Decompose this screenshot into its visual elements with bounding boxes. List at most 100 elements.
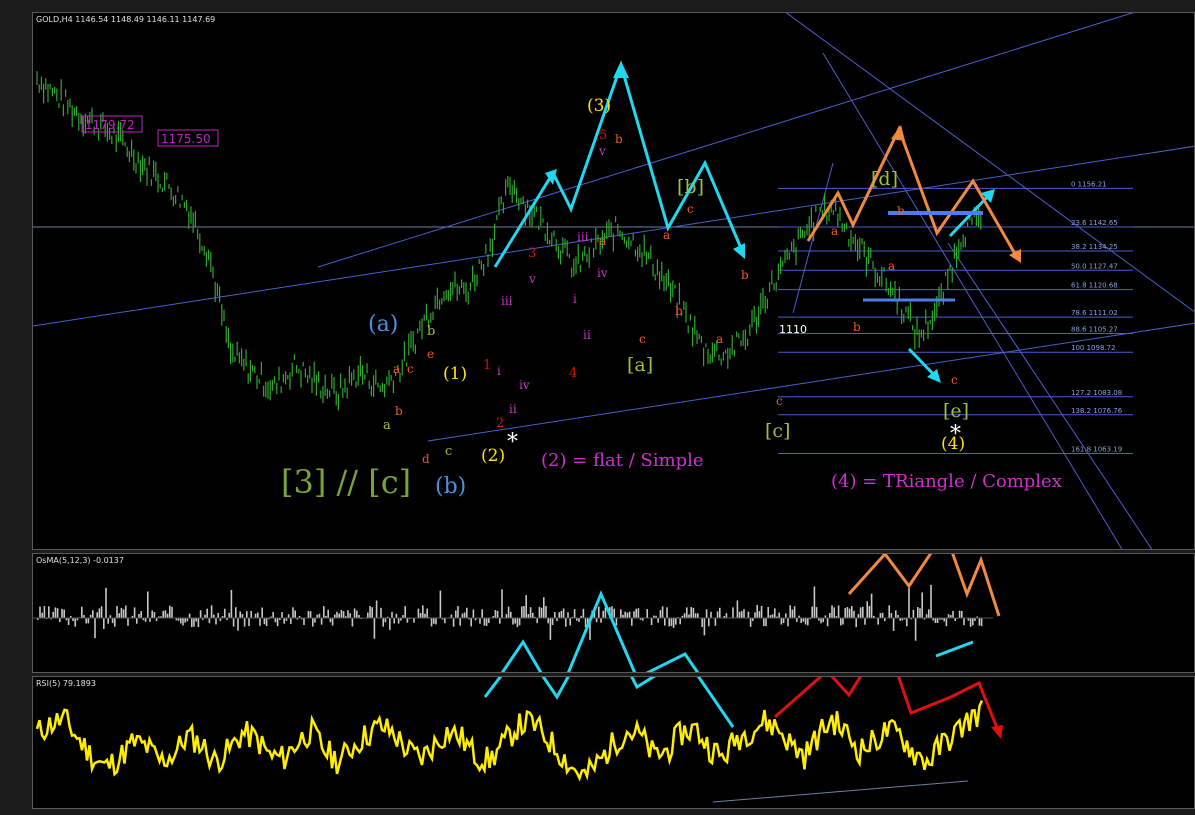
osma-bar — [276, 618, 279, 627]
wave-label: a — [888, 259, 895, 273]
osma-bar — [351, 618, 354, 627]
osma-bar — [820, 618, 822, 624]
osma-bar — [628, 611, 631, 618]
osma-bar — [59, 618, 61, 623]
fib-level-label: 78.6 1111.02 — [1071, 309, 1118, 317]
osma-bar — [151, 610, 153, 618]
osma-bar — [505, 614, 508, 618]
osma-bar — [919, 608, 921, 618]
osma-bar — [246, 611, 248, 618]
wave-label: ii — [509, 402, 517, 416]
osma-bar — [340, 609, 343, 618]
fib-level-label: 127.2 1083.08 — [1071, 389, 1122, 397]
osma-bar — [98, 608, 101, 618]
osma-bar — [760, 605, 763, 618]
osma-bar — [813, 586, 816, 618]
orange-arrowheads — [891, 125, 1021, 263]
osma-bar — [870, 593, 873, 618]
osma-bar — [140, 611, 142, 618]
osma-bar — [118, 613, 120, 618]
osma-bar — [356, 610, 358, 618]
osma-bar — [804, 618, 807, 625]
wave-label: c — [776, 394, 783, 408]
osma-bar — [94, 618, 96, 639]
osma-bar — [472, 609, 475, 618]
osma-bar — [796, 618, 798, 622]
osma-bar — [536, 618, 538, 624]
osma-bar — [287, 614, 290, 618]
osma-bar — [716, 611, 719, 618]
osma-bar — [63, 609, 65, 618]
wave-label: b — [395, 404, 403, 418]
osma-bar — [397, 618, 400, 624]
osma-bar — [857, 614, 860, 618]
price-box-2-label: 1175.50 — [161, 132, 211, 146]
osma-bar — [738, 611, 741, 618]
rsi-pane[interactable]: RSI(5) 79.1893 — [32, 676, 1195, 809]
fib-level-label: 23.6 1142.65 — [1071, 219, 1118, 227]
rsi-red-arrowhead — [991, 725, 1003, 739]
osma-bar — [694, 613, 697, 618]
wave-label: iii — [577, 230, 589, 244]
osma-bar — [459, 618, 461, 626]
osma-bar — [369, 605, 371, 618]
osma-bar — [708, 618, 710, 627]
osma-bar — [635, 608, 637, 618]
osma-bar — [353, 608, 356, 618]
osma-bar — [714, 618, 717, 626]
osma-bar — [866, 601, 868, 618]
price-chart-svg: 0 1156.21 23.6 1142.65 38.2 1134.25 50.0 11… — [33, 13, 1194, 549]
wave-label: [a] — [627, 354, 653, 376]
triangle-annotation: (4) = TRiangle / Complex — [831, 471, 1062, 492]
osma-pane[interactable]: OsMA(5,12,3) -0.0137 — [32, 553, 1195, 673]
wave-label: b — [741, 268, 749, 282]
osma-bar — [529, 607, 532, 618]
wave-label: c — [407, 362, 414, 376]
osma-bar — [540, 607, 543, 618]
osma-bar — [771, 614, 774, 618]
price-chart-pane[interactable]: GOLD,H4 1146.54 1148.49 1146.11 1147.69 … — [32, 12, 1195, 550]
osma-bar — [419, 613, 422, 618]
osma-bar — [626, 612, 629, 618]
osma-bar — [61, 608, 63, 618]
osma-bar — [837, 605, 840, 618]
chart-title: GOLD,H4 1146.54 1148.49 1146.11 1147.69 — [36, 15, 216, 24]
osma-bar — [375, 600, 378, 618]
wave-label: (b) — [435, 474, 466, 499]
big-wave-label: [3] // [c] — [281, 463, 411, 501]
osma-bar — [826, 618, 829, 627]
osma-bar — [422, 605, 424, 618]
osma-bar — [228, 612, 230, 618]
rsi-red-path — [774, 677, 1001, 734]
wave-label: 4 — [569, 366, 577, 381]
wave-label: a — [831, 224, 838, 238]
osma-bar — [342, 611, 345, 618]
osma-bar — [697, 613, 699, 618]
osma-bar — [815, 607, 818, 618]
osma-bar — [532, 612, 534, 618]
osma-bar — [683, 613, 686, 618]
osma-bar — [602, 610, 604, 618]
osma-bar — [582, 608, 585, 618]
osma-bar — [501, 589, 503, 618]
osma-bar — [551, 618, 554, 625]
osma-bar — [265, 618, 268, 627]
osma-bar — [43, 606, 46, 618]
osma-bar — [393, 618, 395, 624]
osma-bar — [107, 618, 109, 624]
osma-bar — [444, 618, 446, 624]
osma-bar — [514, 618, 516, 624]
osma-bar — [848, 608, 851, 618]
osma-bar — [521, 606, 523, 618]
osma-bar — [254, 613, 257, 618]
wave-label: i — [573, 292, 577, 306]
osma-bar — [215, 618, 217, 625]
osma-bar — [433, 618, 435, 624]
osma-bar — [496, 610, 499, 618]
osma-bar — [450, 614, 453, 618]
osma-bar — [406, 618, 409, 623]
osma-bar — [116, 606, 118, 618]
osma-bar — [523, 606, 525, 618]
osma-bar — [547, 618, 549, 624]
osma-bar — [336, 611, 338, 618]
